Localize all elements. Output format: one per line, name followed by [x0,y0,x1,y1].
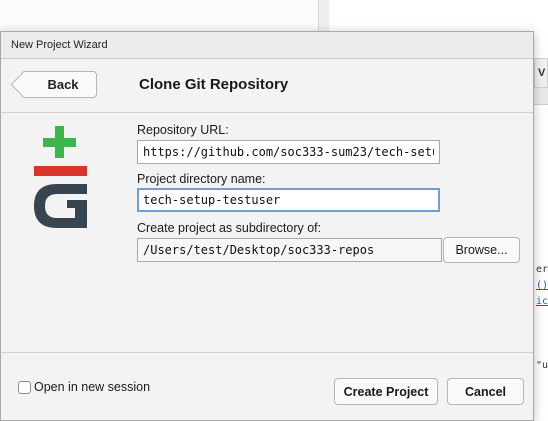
repository-url-label: Repository URL: [137,123,229,137]
background-code-link[interactable]: () [536,280,548,291]
divider [1,112,533,113]
subdirectory-label: Create project as subdirectory of: [137,221,322,235]
background-code-line: "u [536,360,548,371]
open-new-session-option[interactable]: Open in new session [18,380,150,394]
background-pane-tab[interactable]: V [534,58,548,88]
background-code-link[interactable]: ic [536,296,548,307]
open-new-session-checkbox[interactable] [18,380,31,394]
open-new-session-label: Open in new session [34,380,151,394]
subdirectory-input[interactable] [137,238,442,262]
project-directory-input[interactable] [137,188,440,212]
browse-button[interactable]: Browse... [443,237,520,263]
back-arrow-icon [10,72,35,97]
background-pane-toolbar [534,88,548,105]
project-directory-label: Project directory name: [137,172,266,186]
background-code-line: er c [536,264,548,275]
git-logo-icon [34,126,87,228]
divider [1,352,533,353]
repository-url-input[interactable] [137,140,440,164]
dialog-titlebar: New Project Wizard [1,32,533,59]
back-button[interactable]: Back [10,71,97,98]
page-title: Clone Git Repository [139,76,289,93]
back-button-label: Back [47,77,79,92]
new-project-wizard-dialog: New Project Wizard Back Clone Git Reposi… [0,31,534,421]
cancel-button[interactable]: Cancel [447,378,524,405]
create-project-button[interactable]: Create Project [334,378,438,405]
